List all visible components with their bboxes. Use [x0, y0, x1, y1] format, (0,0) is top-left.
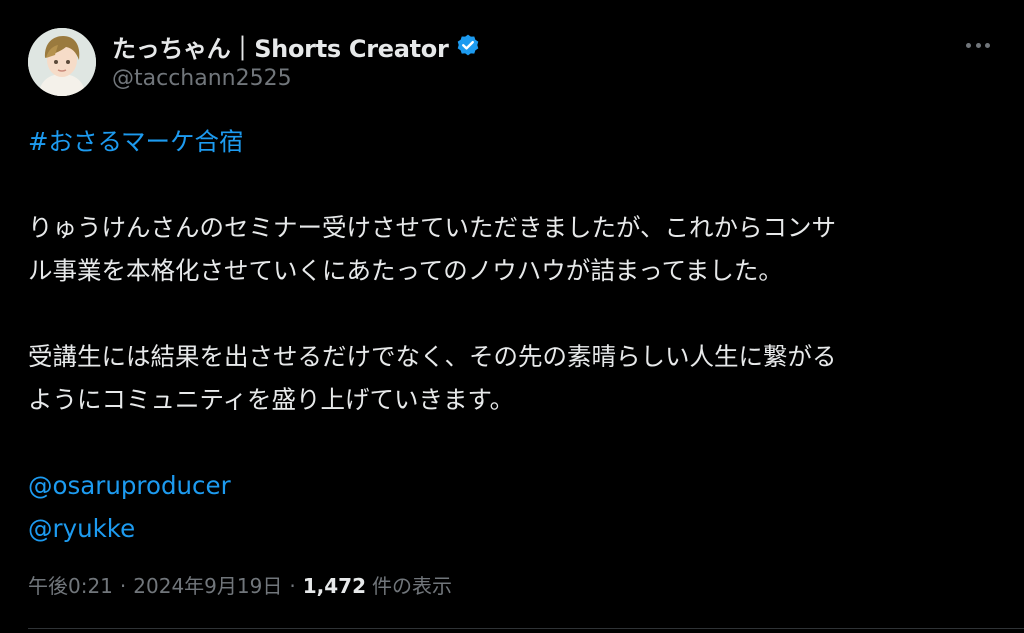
author-name-row[interactable]: たっちゃん｜Shorts Creator — [112, 29, 481, 64]
tweet-text-line: りゅうけんさんのセミナー受けさせていただきましたが、これからコンサ — [28, 213, 837, 242]
views-count[interactable]: 1,472 — [303, 574, 366, 598]
hashtag-link[interactable]: #おさるマーケ合宿 — [28, 127, 244, 156]
avatar-illustration-icon — [28, 28, 96, 96]
tweet-card: たっちゃん｜Shorts Creator @tacchann2525 #おさるマ… — [0, 0, 1024, 633]
tweet-text-line: ル事業を本格化させていくにあたってのノウハウが詰まってました。 — [28, 256, 783, 285]
tweet-meta: 午後0:21 · 2024年9月19日 · 1,472 件の表示 — [28, 570, 452, 599]
meta-separator: · — [119, 574, 127, 598]
divider — [28, 628, 1024, 629]
author-handle[interactable]: @tacchann2525 — [112, 66, 292, 91]
mention-link-osaruproducer[interactable]: @osaruproducer — [28, 471, 231, 500]
more-horizontal-icon-dot — [985, 42, 990, 48]
meta-separator: · — [289, 574, 296, 598]
verified-badge-icon — [455, 33, 481, 59]
tweet-text-line: 受講生には結果を出させるだけでなく、その先の素晴らしい人生に繋がる — [28, 342, 837, 371]
avatar[interactable] — [28, 28, 96, 96]
more-options-button[interactable] — [966, 38, 990, 52]
views-label[interactable]: 件の表示 — [372, 570, 452, 599]
tweet-text-line: ようにコミュニティを盛り上げていきます。 — [28, 385, 515, 414]
tweet-date-link[interactable]: 2024年9月19日 — [133, 570, 282, 599]
tweet-text: #おさるマーケ合宿 りゅうけんさんのセミナー受けさせていただきましたが、これから… — [28, 120, 998, 550]
more-horizontal-icon-dot — [966, 42, 971, 48]
tweet-time-link[interactable]: 午後0:21 — [28, 570, 113, 599]
author-display-name[interactable]: たっちゃん｜Shorts Creator — [112, 29, 449, 64]
mention-link-ryukke[interactable]: @ryukke — [28, 514, 135, 543]
more-horizontal-icon-dot — [975, 42, 981, 48]
